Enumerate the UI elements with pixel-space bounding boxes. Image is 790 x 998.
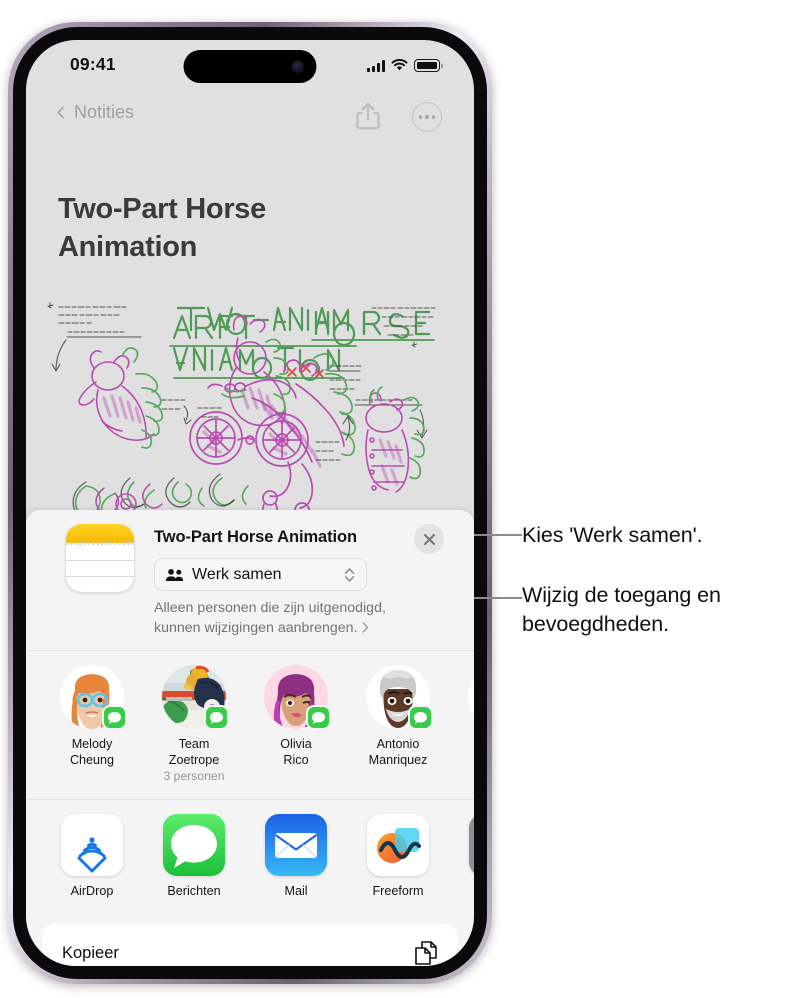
app-label: Freeform (372, 884, 424, 898)
contact-name-line1: Olivia (280, 737, 312, 751)
collaboration-mode-label: Werk samen (192, 565, 282, 583)
messages-icon (163, 814, 225, 876)
contact-name-line2: Cheung (69, 752, 115, 767)
status-bar: 09:41 (26, 40, 474, 94)
front-camera-icon (291, 60, 305, 73)
action-row-kopieer[interactable]: Kopieer (42, 924, 458, 966)
freeform-icon (367, 814, 429, 876)
page-title: Two-Part Horse Animation (58, 193, 266, 264)
share-sheet: Two-Part Horse Animation Werk samen Alle… (26, 510, 474, 966)
permission-description[interactable]: Alleen personen die zijn uitgenodigd, ku… (154, 598, 390, 638)
messages-badge-icon (306, 705, 331, 730)
airdrop-icon (61, 814, 123, 876)
contact-item-antonio-manriquez[interactable]: Antonio Manriquez (358, 665, 438, 769)
mail-icon (265, 814, 327, 876)
note-content-area: Two-Part Horse Animation (26, 142, 474, 542)
suggested-contacts-row[interactable]: Melody Cheung Team Zoetrope 3 personen O… (26, 651, 474, 799)
navigation-bar: Notities (26, 94, 474, 142)
contact-name-line2: Rico (283, 752, 309, 767)
chevron-left-icon (57, 106, 64, 119)
contact-item-partial[interactable]: P (460, 665, 474, 753)
note-sketch-artwork (47, 302, 436, 535)
app-label: AirDrop (70, 884, 114, 898)
battery-icon (414, 59, 443, 72)
contact-item-team-zoetrope[interactable]: 5 Team Zoetrop (154, 665, 234, 784)
iphone-device-frame: 09:41 Notities Two-Part Horse Animation … (8, 22, 492, 984)
app-item-mail[interactable]: Mail (256, 814, 336, 900)
copy-icon (415, 941, 437, 965)
permission-description-text: Alleen personen die zijn uitgenodigd, ku… (154, 600, 386, 637)
app-label: Berichten (167, 884, 221, 898)
cellular-signal-icon (366, 60, 385, 72)
phone-screen: 09:41 Notities Two-Part Horse Animation … (26, 40, 474, 966)
contact-name-line2: Manriquez (368, 752, 428, 767)
app-label: N (460, 884, 474, 900)
app-label: Mail (284, 884, 308, 898)
contact-name-line1: Team Zoetrope (168, 737, 220, 767)
contact-item-olivia-rico[interactable]: Olivia Rico (256, 665, 336, 769)
copy-action-label: Kopieer (62, 943, 119, 962)
ellipsis-circle-icon[interactable] (412, 102, 442, 132)
notes-app-icon (66, 524, 134, 592)
annotation-permissions: Wijzig de toegang en bevoegdheden. (522, 583, 721, 636)
shared-document-title: Two-Part Horse Animation (154, 528, 357, 546)
app-item-more[interactable]: N m (460, 814, 474, 916)
contact-name-line1: Melody (71, 737, 113, 751)
status-bar-time: 09:41 (70, 54, 116, 74)
collaboration-mode-dropdown[interactable]: Werk samen (154, 558, 367, 591)
close-button[interactable] (414, 524, 444, 554)
contact-subtitle: 3 personen (163, 768, 225, 783)
wifi-icon (391, 59, 408, 71)
contact-name-line1: Antonio (376, 737, 420, 751)
share-sheet-header: Two-Part Horse Animation Werk samen Alle… (26, 510, 474, 650)
app-label-line2: m (460, 900, 474, 916)
messages-badge-icon (408, 705, 433, 730)
two-people-icon (165, 568, 184, 581)
back-to-notes-button[interactable]: Notities (54, 102, 134, 123)
chevron-up-down-icon (344, 567, 355, 582)
share-apps-row[interactable]: AirDrop Berichten Mail Freeform (26, 800, 474, 922)
contact-item-melody-cheung[interactable]: Melody Cheung (52, 665, 132, 769)
annotation-collaborate: Kies 'Werk samen'. (522, 523, 703, 547)
status-bar-icons (366, 56, 443, 72)
share-icon[interactable] (354, 101, 382, 131)
dynamic-island (183, 50, 317, 83)
app-item-airdrop[interactable]: AirDrop (52, 814, 132, 900)
more-apps-icon (469, 814, 474, 876)
chevron-right-icon (363, 622, 369, 633)
back-button-label: Notities (74, 102, 135, 122)
messages-badge-icon (204, 705, 229, 730)
messages-badge-icon (102, 705, 127, 730)
app-item-berichten[interactable]: Berichten (154, 814, 234, 900)
memoji-partial-avatar (468, 665, 474, 729)
app-item-freeform[interactable]: Freeform (358, 814, 438, 900)
contact-name-line1: P (460, 737, 474, 753)
close-icon (423, 533, 435, 545)
